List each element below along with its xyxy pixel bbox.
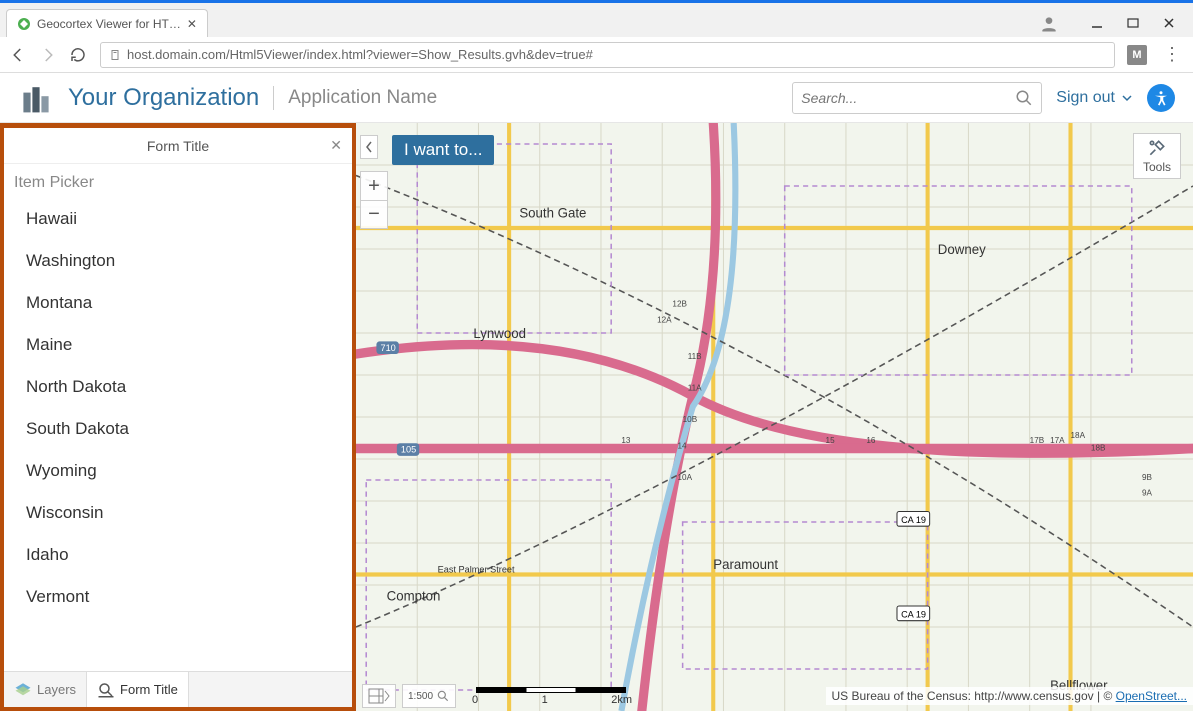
- extension-icon[interactable]: M: [1127, 45, 1147, 65]
- attribution-link[interactable]: OpenStreet...: [1116, 689, 1187, 703]
- url-input[interactable]: host.domain.com/Html5Viewer/index.html?v…: [100, 42, 1115, 68]
- picker-item[interactable]: North Dakota: [4, 366, 352, 408]
- url-text: host.domain.com/Html5Viewer/index.html?v…: [127, 47, 593, 62]
- scale-text-button[interactable]: 1:500: [402, 684, 456, 708]
- svg-text:710: 710: [380, 343, 395, 353]
- svg-text:10A: 10A: [678, 473, 693, 482]
- form-tab-icon: [97, 681, 115, 699]
- tab-favicon: [17, 17, 31, 31]
- tools-icon: [1147, 138, 1167, 158]
- panel-header: Form Title ✕: [4, 128, 352, 164]
- svg-text:15: 15: [826, 436, 835, 445]
- map-background: South Gate Downey Lynwood Compton Paramo…: [356, 123, 1193, 711]
- zoom-controls: + −: [360, 171, 388, 229]
- window-close-button[interactable]: [1151, 9, 1187, 37]
- svg-text:17B: 17B: [1030, 436, 1045, 445]
- window-minimize-button[interactable]: [1079, 9, 1115, 37]
- svg-text:Lynwood: Lynwood: [473, 326, 526, 341]
- scale-bar: 0 1 2km: [476, 687, 632, 706]
- app-name: Application Name: [288, 87, 437, 109]
- map-attribution: US Bureau of the Census: http://www.cens…: [826, 687, 1193, 705]
- svg-text:18A: 18A: [1071, 431, 1086, 440]
- tab-title: Geocortex Viewer for HT…: [37, 17, 181, 31]
- app-header: Your Organization Application Name Sign …: [0, 73, 1193, 123]
- tools-button[interactable]: Tools: [1133, 133, 1181, 179]
- tab-close-icon[interactable]: ✕: [187, 17, 197, 31]
- header-divider: [273, 86, 274, 110]
- tab-form[interactable]: Form Title: [87, 672, 189, 707]
- browser-tabstrip: Geocortex Viewer for HT… ✕: [0, 3, 1193, 37]
- chevron-left-icon: [365, 141, 373, 153]
- page-info-icon: [109, 49, 121, 61]
- panel-collapse-button[interactable]: [360, 135, 378, 159]
- panel-close-button[interactable]: ✕: [330, 137, 342, 154]
- svg-text:14: 14: [678, 441, 687, 450]
- picker-item[interactable]: Idaho: [4, 534, 352, 576]
- panel-tabs: Layers Form Title: [4, 671, 352, 707]
- svg-text:18B: 18B: [1091, 444, 1106, 453]
- search-input[interactable]: [801, 90, 1007, 106]
- svg-text:12A: 12A: [657, 315, 672, 324]
- nav-forward-button: [38, 45, 58, 65]
- picker-item[interactable]: Hawaii: [4, 198, 352, 240]
- svg-text:CA 19: CA 19: [901, 609, 926, 619]
- scale-search-icon: [436, 689, 450, 703]
- svg-text:16: 16: [866, 436, 875, 445]
- svg-text:Downey: Downey: [938, 242, 986, 257]
- svg-text:South Gate: South Gate: [519, 205, 586, 220]
- search-box[interactable]: [792, 82, 1042, 114]
- svg-text:9B: 9B: [1142, 473, 1152, 482]
- signout-link[interactable]: Sign out: [1056, 89, 1133, 107]
- svg-text:CA 19: CA 19: [901, 515, 926, 525]
- profile-icon[interactable]: [1039, 14, 1059, 37]
- picker-item[interactable]: Wisconsin: [4, 492, 352, 534]
- picker-item[interactable]: Wyoming: [4, 450, 352, 492]
- svg-text:105: 105: [401, 445, 416, 455]
- accessibility-button[interactable]: [1147, 84, 1175, 112]
- map-bottom-bar: 1:500 0 1 2km: [356, 681, 1193, 711]
- chevron-down-icon: [1121, 92, 1133, 104]
- picker-item[interactable]: South Dakota: [4, 408, 352, 450]
- svg-text:13: 13: [621, 436, 630, 445]
- tab-layers[interactable]: Layers: [4, 672, 87, 707]
- bookmark-icon: [368, 687, 390, 705]
- i-want-to-button[interactable]: I want to...: [392, 135, 494, 165]
- zoom-in-button[interactable]: +: [361, 172, 387, 200]
- svg-text:9A: 9A: [1142, 489, 1152, 498]
- browser-tab[interactable]: Geocortex Viewer for HT… ✕: [6, 9, 208, 37]
- svg-text:Compton: Compton: [387, 589, 441, 604]
- map-area[interactable]: South Gate Downey Lynwood Compton Paramo…: [356, 123, 1193, 711]
- svg-text:East Palmer Street: East Palmer Street: [438, 564, 515, 574]
- nav-reload-button[interactable]: [68, 45, 88, 65]
- picker-item[interactable]: Vermont: [4, 576, 352, 618]
- side-panel: Form Title ✕ Item Picker HawaiiWashingto…: [0, 123, 356, 711]
- picker-item[interactable]: Washington: [4, 240, 352, 282]
- browser-menu-button[interactable]: ⋮: [1159, 44, 1185, 65]
- window-maximize-button[interactable]: [1115, 9, 1151, 37]
- picker-item[interactable]: Montana: [4, 282, 352, 324]
- org-logo-icon: [18, 80, 54, 116]
- svg-text:12B: 12B: [672, 300, 687, 309]
- svg-text:Paramount: Paramount: [713, 557, 778, 572]
- zoom-out-button[interactable]: −: [361, 200, 387, 228]
- panel-section-label: Item Picker: [4, 164, 352, 198]
- svg-text:11A: 11A: [688, 384, 702, 393]
- accessibility-icon: [1152, 89, 1170, 107]
- nav-back-button[interactable]: [8, 45, 28, 65]
- svg-text:10B: 10B: [683, 415, 698, 424]
- layers-icon: [14, 681, 32, 699]
- search-icon[interactable]: [1015, 89, 1033, 107]
- picker-item[interactable]: Maine: [4, 324, 352, 366]
- browser-address-bar: host.domain.com/Html5Viewer/index.html?v…: [0, 37, 1193, 73]
- org-name: Your Organization: [68, 84, 259, 112]
- svg-text:11B: 11B: [688, 352, 702, 361]
- item-picker-list[interactable]: HawaiiWashingtonMontanaMaineNorth Dakota…: [4, 198, 352, 671]
- svg-text:17A: 17A: [1050, 436, 1065, 445]
- bookmark-extent-button[interactable]: [362, 684, 396, 708]
- panel-title: Form Title: [147, 138, 209, 154]
